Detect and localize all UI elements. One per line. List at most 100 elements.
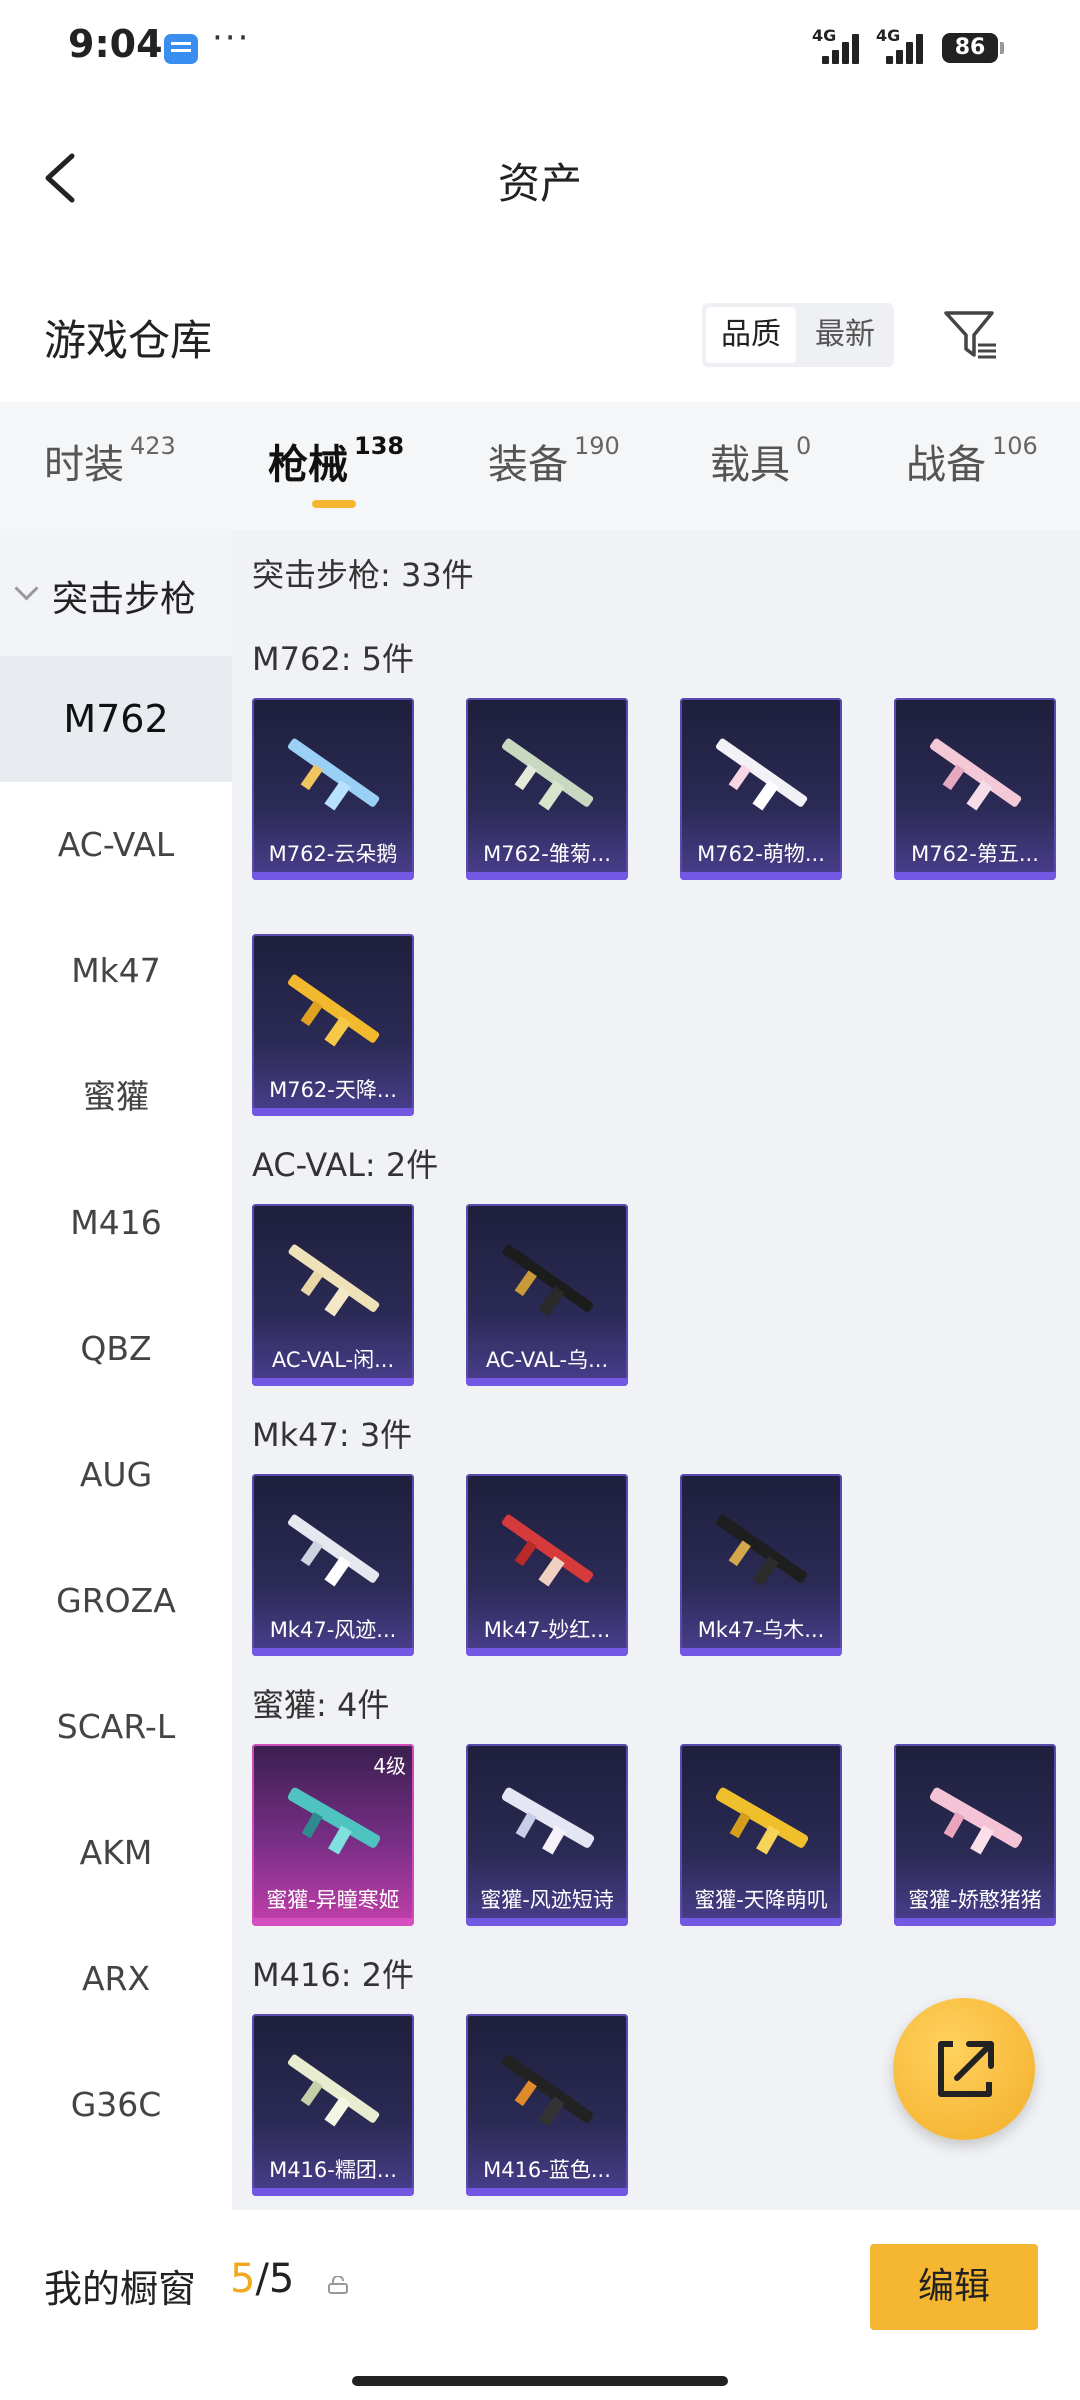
page-title: 资产 bbox=[497, 159, 582, 208]
rifle-icon bbox=[715, 1787, 809, 1855]
weapon-card[interactable]: AC-VAL-闲... bbox=[252, 1204, 414, 1386]
status-time: 9:04 bbox=[68, 22, 163, 66]
weapon-card[interactable]: M416-蓝色... bbox=[466, 2014, 628, 2196]
weapon-card[interactable]: 蜜獾-风迹短诗 bbox=[466, 1744, 628, 1926]
share-icon bbox=[938, 2041, 994, 2097]
rarity-bar bbox=[680, 872, 842, 880]
rifle-icon bbox=[287, 1787, 381, 1855]
tab-fashion[interactable]: 时装 423 bbox=[44, 432, 176, 490]
rifle-icon bbox=[715, 738, 808, 811]
weapon-card[interactable]: Mk47-妙红... bbox=[466, 1474, 628, 1656]
sidebar-item-qbz[interactable]: QBZ bbox=[0, 1286, 232, 1412]
weapon-name: AC-VAL-乌... bbox=[485, 1348, 609, 1372]
sidebar-group-label: 突击步枪 bbox=[52, 579, 197, 620]
sidebar-item-m762[interactable]: M762 bbox=[0, 656, 232, 782]
weapon-name: M762-萌物... bbox=[697, 842, 825, 866]
weapon-card[interactable]: M416-糯团... bbox=[252, 2014, 414, 2196]
tab-count: 138 bbox=[354, 432, 405, 460]
rifle-icon bbox=[288, 1244, 380, 1317]
rarity-bar bbox=[252, 2188, 414, 2196]
edit-button[interactable]: 编辑 bbox=[870, 2244, 1038, 2330]
level-badge: 4级 bbox=[373, 1754, 406, 1778]
weapon-card[interactable]: M762-云朵鹅 bbox=[252, 698, 414, 880]
sidebar-item-arx[interactable]: ARX bbox=[0, 1916, 232, 2042]
rifle-icon bbox=[287, 2054, 380, 2127]
sidebar-item-m416[interactable]: M416 bbox=[0, 1160, 232, 1286]
signal-icon: 4G bbox=[812, 26, 868, 64]
rarity-bar bbox=[680, 1918, 842, 1926]
weapon-name: M762-雏菊... bbox=[483, 842, 611, 866]
share-button[interactable] bbox=[893, 1998, 1035, 2140]
sort-quality-button[interactable]: 品质 bbox=[706, 307, 796, 363]
network-type-label: 4G bbox=[812, 26, 837, 45]
weapon-name: M762-第五... bbox=[911, 842, 1039, 866]
weapon-card[interactable]: M762-第五... bbox=[894, 698, 1056, 880]
weapon-name: Mk47-妙红... bbox=[483, 1618, 611, 1642]
weapon-name: AC-VAL-闲... bbox=[271, 1348, 395, 1372]
rifle-icon bbox=[501, 738, 594, 811]
rifle-icon bbox=[287, 974, 380, 1047]
tab-vehicles[interactable]: 载具 0 bbox=[710, 432, 811, 490]
rarity-bar bbox=[466, 1918, 628, 1926]
tab-label: 载具 bbox=[710, 442, 790, 488]
showcase-bar: 我的橱窗 5/5 编辑 bbox=[0, 2210, 1080, 2400]
network-type-label: 4G bbox=[876, 26, 901, 45]
tab-label: 战备 bbox=[906, 442, 986, 488]
section-title: 游戏仓库 bbox=[44, 316, 213, 365]
rarity-bar bbox=[252, 1108, 414, 1116]
tab-label: 时装 bbox=[44, 442, 124, 488]
weapon-name: 蜜獾-天降萌叽 bbox=[694, 1888, 828, 1912]
rifle-icon bbox=[501, 1514, 594, 1587]
category-title: 突击步枪: 33件 bbox=[252, 556, 474, 594]
rarity-bar bbox=[252, 872, 414, 880]
status-bar: 9:04 ··· 4G 4G 86 bbox=[0, 0, 1080, 100]
section-title-honey-badger: 蜜獾: 4件 bbox=[252, 1686, 390, 1724]
tab-count: 190 bbox=[574, 432, 620, 460]
rarity-bar bbox=[252, 1918, 414, 1926]
chevron-down-icon bbox=[14, 576, 39, 601]
sidebar-item-mk47[interactable]: Mk47 bbox=[0, 908, 232, 1034]
filter-icon[interactable] bbox=[942, 307, 998, 363]
weapon-name: M762-云朵鹅 bbox=[268, 842, 398, 866]
rarity-bar bbox=[252, 1378, 414, 1386]
warehouse-header: 游戏仓库 品质 最新 bbox=[0, 285, 1080, 395]
tab-firearms[interactable]: 枪械 138 bbox=[268, 432, 404, 490]
section-title-m416: M416: 2件 bbox=[252, 1956, 415, 1994]
home-indicator[interactable] bbox=[352, 2376, 728, 2386]
weapon-card[interactable]: 蜜獾-天降萌叽 bbox=[680, 1744, 842, 1926]
signal-icon: 4G bbox=[876, 26, 932, 64]
sidebar-item-aug[interactable]: AUG bbox=[0, 1412, 232, 1538]
sidebar-item-honey-badger[interactable]: 蜜獾 bbox=[0, 1034, 232, 1160]
category-tabs: 时装 423 枪械 138 装备 190 载具 0 战备 106 bbox=[0, 402, 1080, 530]
sidebar-item-g36c[interactable]: G36C bbox=[0, 2042, 232, 2168]
weapon-name: M762-天降... bbox=[269, 1078, 397, 1102]
sidebar-item-groza[interactable]: GROZA bbox=[0, 1538, 232, 1664]
rarity-bar bbox=[466, 1648, 628, 1656]
rarity-bar bbox=[252, 1648, 414, 1656]
weapon-name: M416-蓝色... bbox=[483, 2158, 611, 2182]
tab-supplies[interactable]: 战备 106 bbox=[906, 432, 1038, 490]
sidebar-group-assault-rifle[interactable]: 突击步枪 bbox=[0, 530, 232, 656]
sidebar-item-ac-val[interactable]: AC-VAL bbox=[0, 782, 232, 908]
weapon-card[interactable]: M762-天降... bbox=[252, 934, 414, 1116]
weapon-card[interactable]: 4级 蜜獾-异瞳寒姬 bbox=[252, 1744, 414, 1926]
rifle-icon bbox=[287, 738, 380, 811]
weapon-card[interactable]: 蜜獾-娇憨猪猪 bbox=[894, 1744, 1056, 1926]
sidebar-item-akm[interactable]: AKM bbox=[0, 1790, 232, 1916]
rarity-bar bbox=[466, 872, 628, 880]
tab-equipment[interactable]: 装备 190 bbox=[488, 432, 620, 490]
rifle-icon bbox=[715, 1514, 808, 1587]
weapon-card[interactable]: M762-雏菊... bbox=[466, 698, 628, 880]
message-app-icon bbox=[164, 34, 198, 64]
weapon-name: 蜜獾-异瞳寒姬 bbox=[266, 1888, 400, 1912]
sidebar-item-scar-l[interactable]: SCAR-L bbox=[0, 1664, 232, 1790]
weapon-card[interactable]: AC-VAL-乌... bbox=[466, 1204, 628, 1386]
weapon-name: Mk47-风迹... bbox=[269, 1618, 397, 1642]
sort-newest-button[interactable]: 最新 bbox=[800, 307, 890, 363]
weapon-grid: 突击步枪: 33件 M762: 5件 M762-云朵鹅 M762-雏菊... M… bbox=[232, 530, 1080, 2210]
rarity-bar bbox=[680, 1648, 842, 1656]
weapon-card[interactable]: M762-萌物... bbox=[680, 698, 842, 880]
weapon-card[interactable]: Mk47-乌木... bbox=[680, 1474, 842, 1656]
weapon-card[interactable]: Mk47-风迹... bbox=[252, 1474, 414, 1656]
rarity-bar bbox=[894, 1918, 1056, 1926]
